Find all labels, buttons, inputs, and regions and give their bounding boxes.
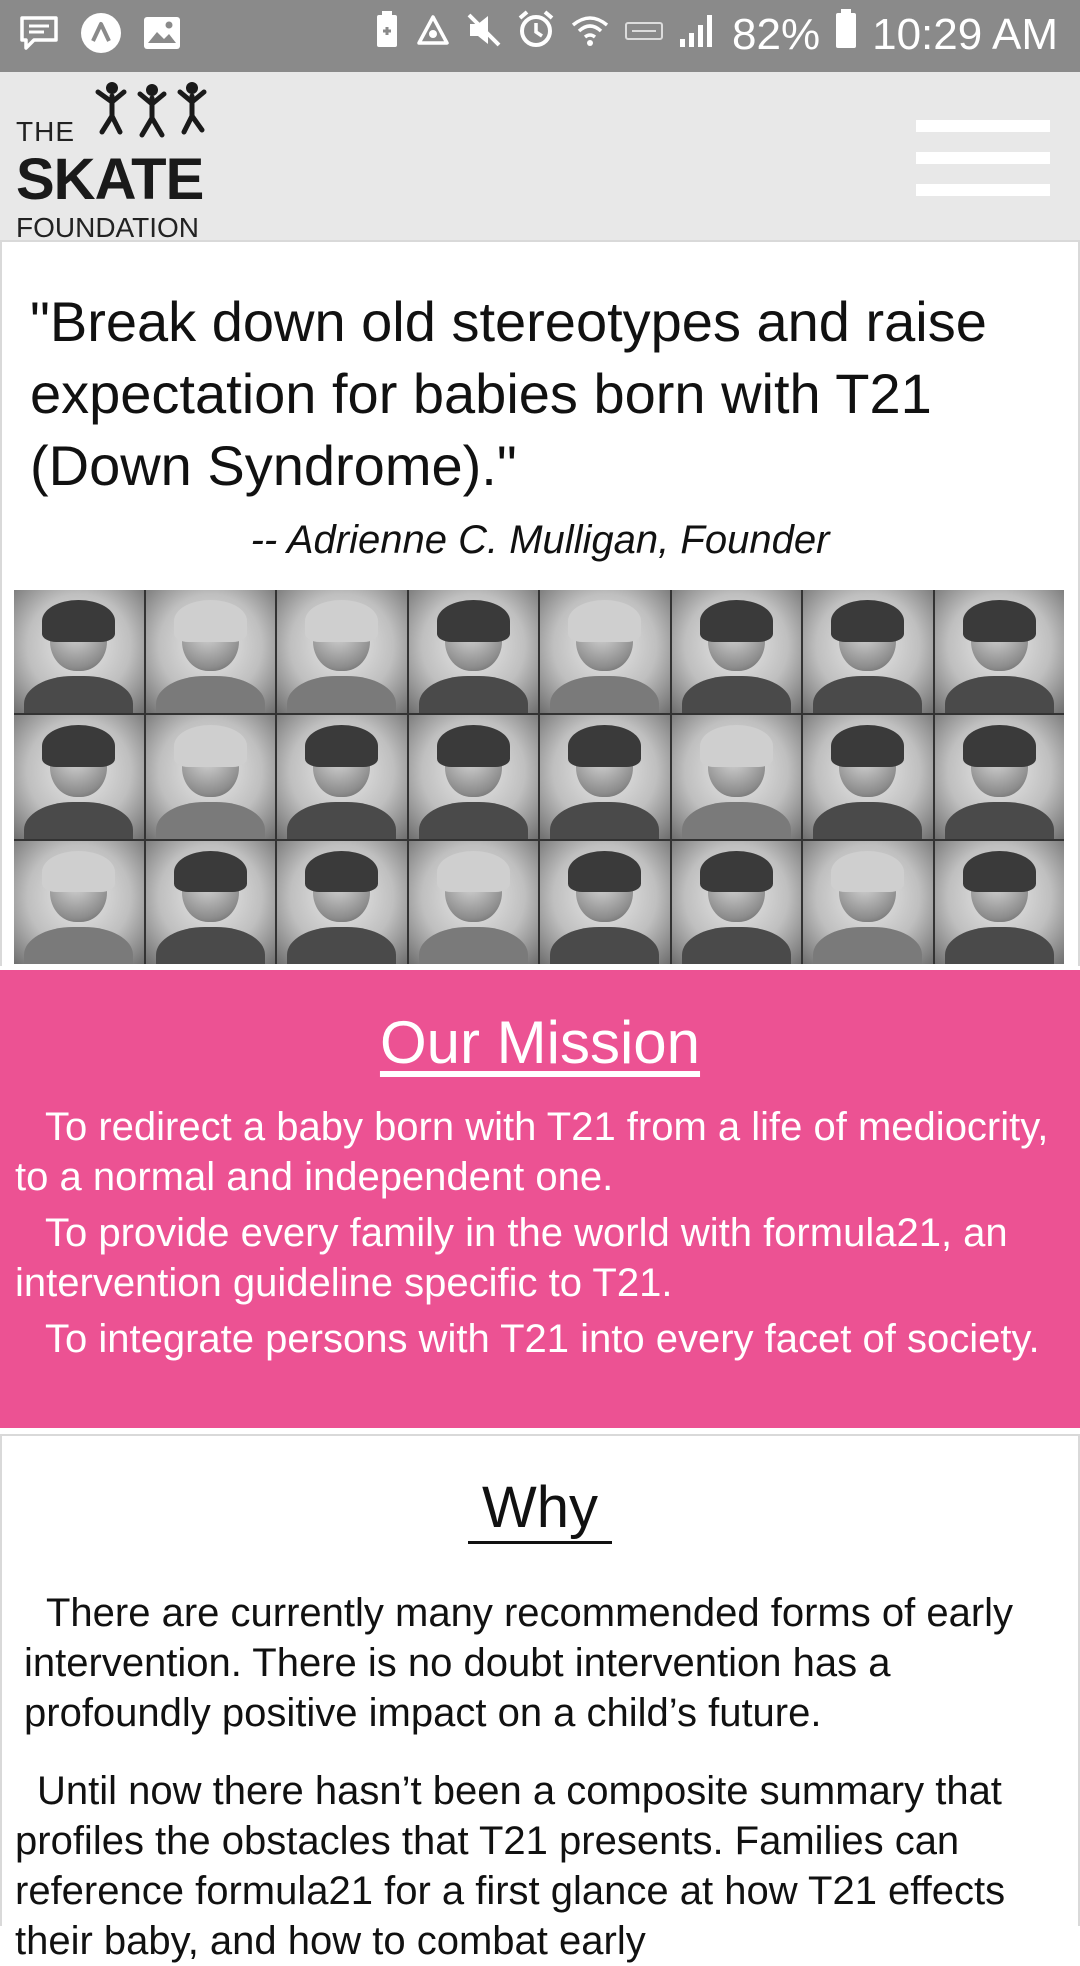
jumping-figures-icon — [95, 82, 207, 138]
why-paragraph: Until now there hasn’t been a composite … — [15, 1769, 1006, 1963]
child-portrait — [145, 840, 275, 964]
mission-item: To redirect a baby born with T21 from a … — [15, 1105, 1049, 1199]
status-bar-left — [18, 12, 182, 58]
image-icon — [142, 15, 182, 55]
child-portrait — [803, 840, 933, 964]
child-portrait — [540, 840, 670, 964]
child-portrait — [14, 590, 144, 714]
child-portrait — [408, 715, 538, 839]
alarm-icon — [516, 9, 556, 60]
site-header: THE SKATE FOUNDATION — [0, 72, 1080, 243]
child-portrait — [277, 590, 407, 714]
why-paragraph: There are currently many recommended for… — [24, 1591, 1014, 1735]
navigation-app-icon — [80, 12, 122, 58]
child-portrait — [540, 715, 670, 839]
mission-section: Our Mission To redirect a baby born with… — [0, 970, 1080, 1428]
mission-item: To integrate persons with T21 into every… — [45, 1317, 1040, 1361]
lte-icon — [624, 10, 664, 60]
menu-bar-icon — [916, 120, 1050, 132]
child-portrait — [671, 590, 801, 714]
status-bar: 82% 10:29 AM — [0, 0, 1080, 72]
child-portrait — [277, 840, 407, 964]
signal-icon — [678, 10, 718, 60]
quote-attribution: -- Adrienne C. Mulligan, Founder — [250, 518, 830, 562]
battery-saver-icon — [374, 9, 400, 60]
hamburger-menu-button[interactable] — [916, 120, 1050, 196]
mission-heading: Our Mission — [379, 1009, 701, 1076]
child-portrait — [934, 715, 1064, 839]
child-portrait — [934, 840, 1064, 964]
battery-icon — [834, 8, 858, 61]
wifi-icon — [570, 10, 610, 60]
child-portrait — [408, 590, 538, 714]
recycle-icon — [414, 10, 452, 60]
child-portrait — [540, 590, 670, 714]
menu-bar-icon — [916, 184, 1050, 196]
skate-foundation-logo[interactable]: THE SKATE FOUNDATION — [16, 80, 216, 243]
mission-item: To provide every family in the world wit… — [15, 1211, 1008, 1305]
why-heading: Why — [2, 1474, 1078, 1544]
logo-word-skate: SKATE — [16, 147, 204, 212]
child-portrait — [803, 715, 933, 839]
children-photo-grid — [14, 590, 1064, 964]
battery-percent: 82% — [732, 9, 821, 59]
child-portrait — [934, 590, 1064, 714]
children-photo-banner — [0, 584, 1080, 966]
child-portrait — [145, 715, 275, 839]
child-portrait — [277, 715, 407, 839]
status-bar-right: 82% 10:29 AM — [374, 8, 1058, 61]
child-portrait — [803, 590, 933, 714]
founder-quote: "Break down old stereotypes and raise ex… — [30, 290, 987, 497]
founder-quote-card: "Break down old stereotypes and raise ex… — [0, 240, 1080, 586]
logo-word-the: THE — [16, 116, 75, 147]
child-portrait — [14, 715, 144, 839]
child-portrait — [671, 840, 801, 964]
clock: 10:29 AM — [872, 9, 1058, 59]
child-portrait — [145, 590, 275, 714]
why-section: Why There are currently many recommended… — [0, 1434, 1080, 1963]
child-portrait — [671, 715, 801, 839]
message-icon — [18, 14, 60, 56]
mute-icon — [466, 10, 502, 60]
why-heading-text: Why — [468, 1475, 612, 1544]
child-portrait — [14, 840, 144, 964]
child-portrait — [408, 840, 538, 964]
menu-bar-icon — [916, 152, 1050, 164]
